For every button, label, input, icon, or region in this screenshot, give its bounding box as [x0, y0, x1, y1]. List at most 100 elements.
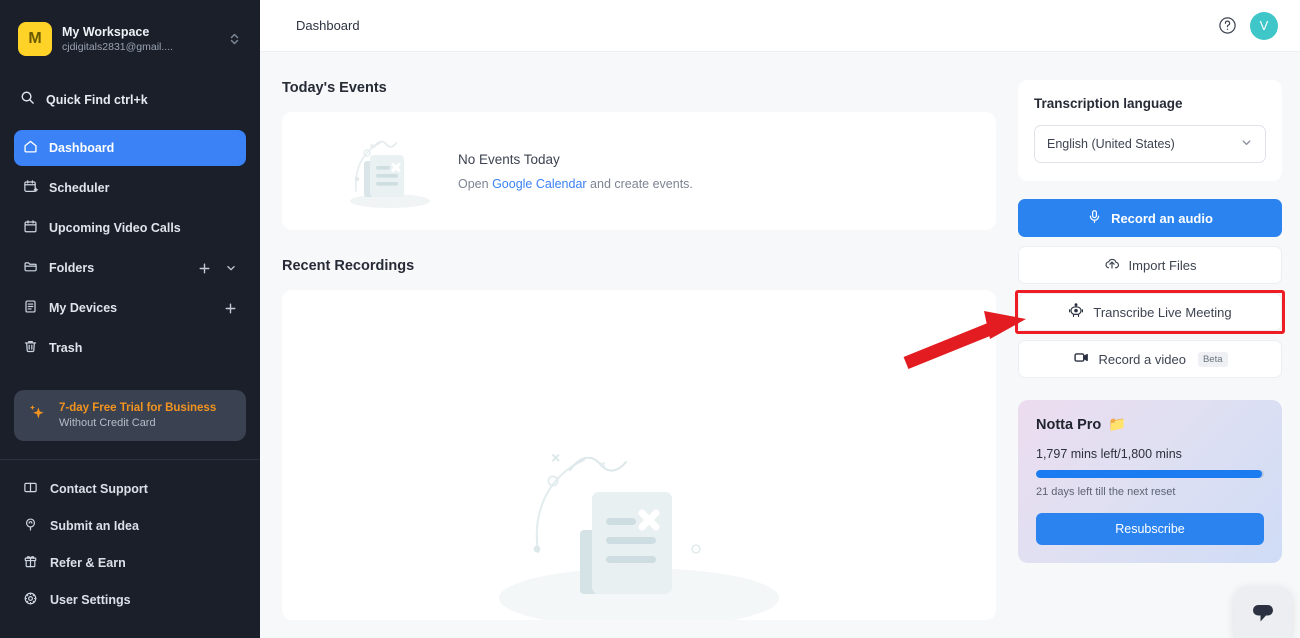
sidebar-item-trash[interactable]: Trash — [14, 330, 246, 366]
sidebar-item-contact-support[interactable]: Contact Support — [14, 470, 246, 507]
sidebar-item-refer-and-earn[interactable]: Refer & Earn — [14, 544, 246, 581]
beta-badge: Beta — [1197, 351, 1228, 367]
calendar-icon — [23, 219, 38, 237]
sidebar-item-label: Contact Support — [50, 481, 148, 496]
device-icon — [23, 299, 38, 317]
sidebar-item-my-devices[interactable]: My Devices — [14, 290, 246, 326]
microphone-icon — [1087, 209, 1102, 227]
events-empty-prefix: Open — [458, 176, 493, 191]
events-empty-card: No Events Today Open Google Calendar and… — [282, 112, 996, 230]
notta-pro-reset-note: 21 days left till the next reset — [1036, 486, 1176, 498]
avatar[interactable]: V — [1250, 11, 1278, 40]
import-files-label: Import Files — [1128, 257, 1197, 273]
sidebar-item-label: Submit an Idea — [50, 518, 139, 533]
quick-find[interactable]: Quick Find ctrl+k — [16, 84, 244, 116]
chat-widget-button[interactable] — [1234, 586, 1292, 638]
content-area: Today's Events No Events Today Open Goog… — [260, 52, 1300, 638]
workspace-name: My Workspace — [62, 24, 150, 39]
home-icon — [23, 139, 38, 157]
main-area: Dashboard V Today's Events No Events Tod… — [260, 0, 1300, 638]
video-camera-icon — [1073, 349, 1090, 369]
sidebar-item-label: Dashboard — [49, 141, 115, 155]
record-audio-label: Record an audio — [1111, 210, 1213, 226]
chat-bubble-icon — [1249, 599, 1277, 632]
notta-pro-progress-fill — [1036, 470, 1262, 478]
devices-actions — [224, 302, 237, 315]
chevron-down-icon — [1240, 136, 1253, 152]
sidebar-item-label: Folders — [49, 261, 95, 275]
topbar: Dashboard V — [260, 0, 1300, 52]
import-files-button[interactable]: Import Files — [1018, 246, 1282, 284]
transcription-language-card: Transcription language English (United S… — [1018, 80, 1282, 181]
events-empty-subline: Open Google Calendar and create events. — [458, 177, 693, 191]
action-buttons: Record an audio Import Files Transcribe … — [1015, 199, 1285, 378]
sparkle-icon — [26, 402, 48, 429]
sidebar-item-dashboard[interactable]: Dashboard — [14, 130, 246, 166]
sidebar-item-user-settings[interactable]: User Settings — [14, 581, 246, 618]
notta-pro-minutes: 1,797 mins left/1,800 mins — [1036, 447, 1182, 461]
folders-actions — [198, 262, 237, 275]
language-select[interactable]: English (United States) — [1034, 125, 1266, 163]
sidebar-bottom-nav: Contact Support Submit an Idea Refer & E… — [0, 470, 260, 618]
message-icon — [23, 480, 38, 498]
trial-text: 7-day Free Trial for Business Without Cr… — [59, 400, 216, 431]
transcription-language-title: Transcription language — [1034, 96, 1183, 111]
record-audio-button[interactable]: Record an audio — [1018, 199, 1282, 237]
events-empty-text: No Events Today Open Google Calendar and… — [458, 152, 693, 191]
search-icon — [20, 90, 35, 110]
page-title: Dashboard — [296, 18, 360, 33]
language-select-value: English (United States) — [1047, 137, 1175, 151]
robot-icon — [1068, 302, 1084, 322]
sidebar-item-label: Scheduler — [49, 181, 110, 195]
sidebar-item-label: Trash — [49, 341, 83, 355]
notta-pro-title-text: Notta Pro — [1036, 416, 1102, 433]
workspace-email: cjdigitals2831@gmail.... — [62, 40, 174, 53]
sidebar-item-upcoming-video-calls[interactable]: Upcoming Video Calls — [14, 210, 246, 246]
record-video-button[interactable]: Record a video Beta — [1018, 340, 1282, 378]
empty-doc-illustration-large — [474, 430, 804, 620]
empty-doc-illustration-small — [340, 121, 436, 222]
trial-title: 7-day Free Trial for Business — [59, 402, 217, 414]
sidebar-item-label: User Settings — [50, 592, 131, 607]
events-section-title: Today's Events — [282, 80, 387, 96]
add-device-icon[interactable] — [224, 302, 237, 315]
trial-subtitle: Without Credit Card — [59, 417, 156, 429]
sidebar-nav: Dashboard Scheduler Upcoming Video Calls… — [0, 126, 260, 370]
quick-find-label: Quick Find ctrl+k — [46, 93, 148, 107]
sidebar-item-label: Refer & Earn — [50, 555, 126, 570]
trash-icon — [23, 339, 38, 357]
resubscribe-button[interactable]: Resubscribe — [1036, 513, 1264, 545]
transcribe-live-meeting-button[interactable]: Transcribe Live Meeting — [1015, 290, 1285, 334]
add-folder-icon[interactable] — [198, 262, 211, 275]
google-calendar-link[interactable]: Google Calendar — [492, 177, 587, 191]
events-empty-headline: No Events Today — [458, 151, 560, 167]
workspace-avatar: M — [18, 22, 52, 56]
gift-icon — [23, 554, 38, 572]
recordings-empty-card — [282, 290, 996, 620]
transcribe-live-meeting-label: Transcribe Live Meeting — [1093, 304, 1232, 320]
chevron-updown-icon[interactable] — [226, 31, 242, 47]
folder-emoji-icon: 📁 — [1108, 417, 1127, 433]
right-panel: Transcription language English (United S… — [1015, 52, 1300, 638]
sidebar-item-label: Upcoming Video Calls — [49, 221, 181, 235]
center-column: Today's Events No Events Today Open Goog… — [260, 52, 1018, 638]
workspace-switcher[interactable]: M My Workspace cjdigitals2831@gmail.... — [14, 16, 246, 62]
sidebar-item-label: My Devices — [49, 301, 118, 315]
folder-icon — [23, 259, 38, 277]
gear-icon — [23, 591, 38, 609]
cloud-upload-icon — [1104, 256, 1120, 275]
events-empty-suffix: and create events. — [586, 176, 693, 191]
lightbulb-pin-icon — [23, 517, 38, 535]
trial-banner[interactable]: 7-day Free Trial for Business Without Cr… — [14, 390, 246, 441]
sidebar: M My Workspace cjdigitals2831@gmail.... … — [0, 0, 260, 638]
calendar-add-icon — [23, 179, 38, 197]
notta-pro-progress-bar — [1036, 470, 1264, 478]
sidebar-divider — [0, 459, 260, 460]
notta-pro-card: Notta Pro 📁 1,797 mins left/1,800 mins 2… — [1018, 400, 1282, 563]
question-circle-icon[interactable] — [1216, 15, 1238, 37]
recordings-section-title: Recent Recordings — [282, 258, 415, 274]
sidebar-item-submit-an-idea[interactable]: Submit an Idea — [14, 507, 246, 544]
sidebar-item-folders[interactable]: Folders — [14, 250, 246, 286]
chevron-down-icon[interactable] — [225, 262, 237, 274]
sidebar-item-scheduler[interactable]: Scheduler — [14, 170, 246, 206]
